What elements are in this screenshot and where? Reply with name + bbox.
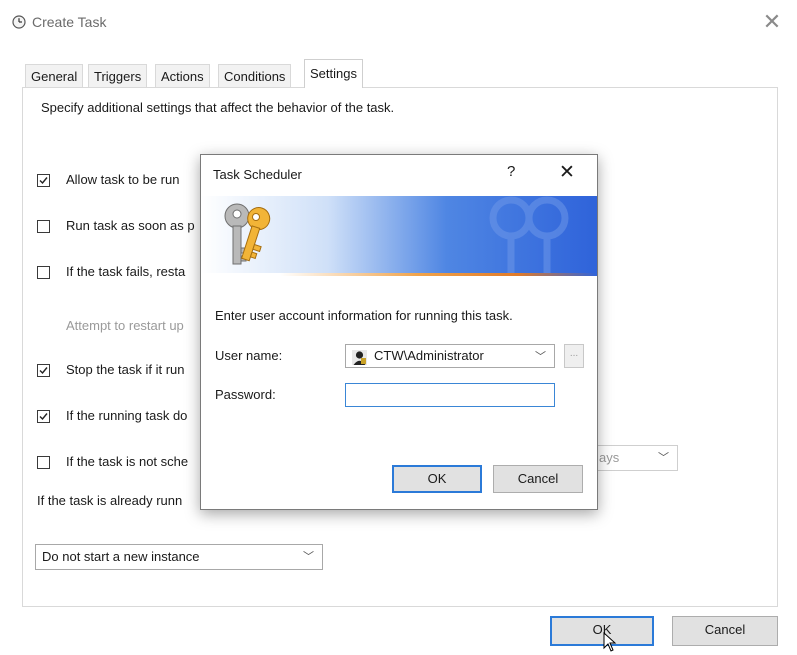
tab-actions[interactable]: Actions (155, 64, 210, 87)
user-icon (352, 349, 367, 373)
dialog-title: Task Scheduler (213, 167, 302, 182)
chevron-down-icon: ﹀ (658, 452, 669, 464)
run-asap-label: Run task as soon as p (66, 218, 195, 233)
force-stop-label: If the running task do (66, 408, 188, 423)
dialog-banner (201, 196, 597, 276)
dialog-cancel-button[interactable]: Cancel (493, 465, 583, 493)
window-titlebar (0, 0, 797, 50)
ok-button[interactable]: OK (550, 616, 654, 646)
dialog-prompt: Enter user account information for runni… (215, 308, 513, 323)
tab-general[interactable]: General (25, 64, 84, 87)
allow-run-label: Allow task to be run (66, 172, 180, 187)
help-button[interactable]: ? (507, 163, 515, 180)
settings-description: Specify additional settings that affect … (41, 100, 395, 115)
allow-run-checkbox[interactable] (37, 174, 50, 187)
dialog-close-button[interactable]: ✕ (559, 161, 575, 184)
delete-after-value: ays (599, 450, 620, 465)
restart-on-fail-checkbox[interactable] (37, 266, 50, 279)
delete-after-select[interactable]: ays ﹀ (592, 445, 678, 471)
restart-on-fail-label: If the task fails, resta (66, 264, 186, 279)
tab-settings[interactable]: Settings (304, 59, 363, 88)
instance-policy-value: Do not start a new instance (42, 549, 200, 564)
delete-unscheduled-checkbox[interactable] (37, 456, 50, 469)
dialog-ok-button[interactable]: OK (392, 465, 482, 493)
banner-watermark-icon (489, 196, 569, 276)
run-asap-checkbox[interactable] (37, 220, 50, 233)
restart-attempts-label: Attempt to restart up (66, 318, 184, 333)
username-value: CTW\Administrator (374, 348, 484, 363)
instance-policy-select[interactable]: Do not start a new instance ﹀ (35, 544, 323, 570)
password-label: Password: (215, 387, 276, 402)
banner-accent-line (201, 273, 597, 276)
force-stop-checkbox[interactable] (37, 410, 50, 423)
mouse-cursor-icon (603, 631, 617, 655)
tab-conditions[interactable]: Conditions (218, 64, 292, 87)
password-field[interactable] (345, 383, 555, 407)
stop-long-task-checkbox[interactable] (37, 364, 50, 377)
window-title: Create Task (32, 14, 107, 30)
cancel-button[interactable]: Cancel (672, 616, 778, 646)
keys-icon (224, 203, 271, 265)
username-label: User name: (215, 348, 283, 363)
window-close-button[interactable]: ✕ (758, 8, 786, 36)
tab-triggers[interactable]: Triggers (88, 64, 148, 87)
username-select[interactable]: CTW\Administrator ﹀ (345, 344, 555, 368)
credentials-dialog: Task Scheduler ? ✕ Enter user account in… (200, 154, 598, 510)
stop-long-task-label: Stop the task if it run (66, 362, 185, 377)
running-rule-label: If the task is already runn (37, 493, 183, 508)
chevron-down-icon: ﹀ (535, 351, 546, 363)
chevron-down-icon: ﹀ (303, 551, 314, 563)
browse-user-button[interactable]: ... (564, 344, 584, 368)
clock-icon (12, 15, 26, 29)
delete-unscheduled-label: If the task is not sche (66, 454, 189, 469)
